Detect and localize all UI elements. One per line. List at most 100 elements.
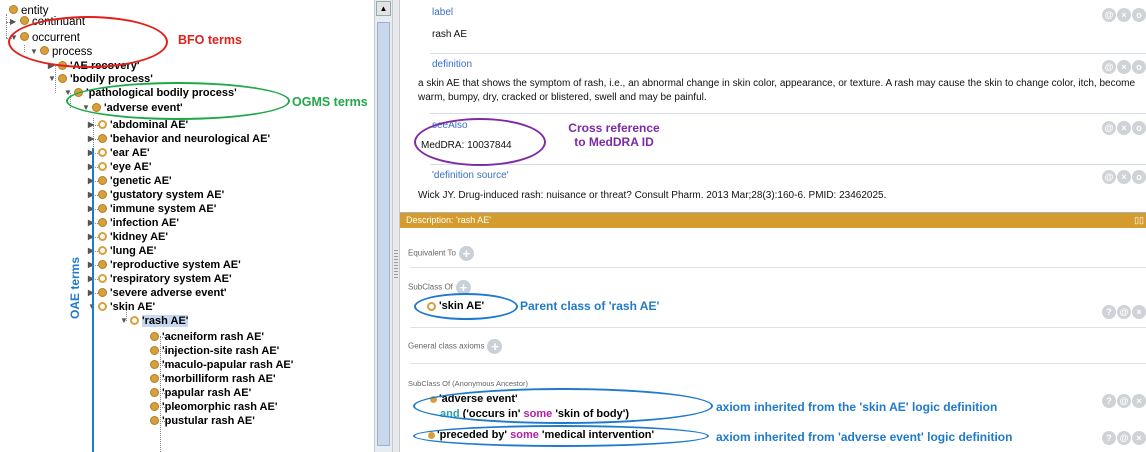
tree-node-label: 'abdominal AE' <box>110 119 189 131</box>
close-icon[interactable]: × <box>1117 121 1131 135</box>
tree-node[interactable]: ▶'kidney AE' <box>88 230 168 244</box>
class-icon <box>9 5 18 15</box>
class-icon <box>98 287 107 297</box>
tree-node-label: 'pleomorphic rash AE' <box>162 401 278 413</box>
add-icon[interactable]: + <box>487 339 503 354</box>
class-icon <box>98 273 107 283</box>
tree-node-label: 'gustatory system AE' <box>110 189 225 201</box>
parent-class-label: Parent class of 'rash AE' <box>520 299 660 313</box>
scroll-up-button[interactable]: ▲ <box>376 1 391 16</box>
bfo-highlight-oval <box>8 16 168 68</box>
class-icon <box>150 345 159 355</box>
tree-scrollbar[interactable]: ▲ <box>374 0 392 452</box>
options-icon[interactable]: o <box>1132 170 1146 184</box>
tree-node[interactable]: 'papular rash AE' <box>140 386 251 400</box>
tree-node[interactable]: ▶'respiratory system AE' <box>88 272 232 286</box>
tree-node[interactable]: ▶'gustatory system AE' <box>88 188 224 202</box>
class-hierarchy-tree[interactable]: entity ▶ continuant ▼ occurrent ▼ process ▶ 'AE … <box>0 0 392 452</box>
class-icon <box>98 301 107 311</box>
section-equivalent-to: Equivalent To + <box>408 246 474 261</box>
annotation-property-definition-source[interactable]: 'definition source' <box>432 170 509 181</box>
options-icon[interactable]: o <box>1132 60 1146 74</box>
collapsed-arrow-icon[interactable]: ▶ <box>88 132 98 146</box>
axiom1-label: axiom inherited from the 'skin AE' logic… <box>716 400 998 414</box>
at-icon[interactable]: @ <box>1102 121 1116 135</box>
close-icon[interactable]: × <box>1132 305 1146 319</box>
scrollbar-thumb[interactable] <box>377 22 390 446</box>
class-icon <box>98 245 107 255</box>
annotation-property-label[interactable]: label <box>432 7 453 18</box>
oae-bracket-line <box>92 148 94 452</box>
close-icon[interactable]: × <box>1117 8 1131 22</box>
tree-node[interactable]: ▶'reproductive system AE' <box>88 258 241 272</box>
close-icon[interactable]: × <box>1117 170 1131 184</box>
options-icon[interactable]: o <box>1132 121 1146 135</box>
at-icon[interactable]: @ <box>1102 170 1116 184</box>
explain-icon[interactable]: ? <box>1102 394 1116 408</box>
tree-node[interactable]: 'morbilliform rash AE' <box>140 372 276 386</box>
tree-node[interactable]: ▶'eye AE' <box>88 160 152 174</box>
tree-node[interactable]: ▶ 'behavior and neurological AE' <box>88 132 270 146</box>
panel-layout-icon[interactable]: ▯▯ <box>1134 213 1144 228</box>
section-general-class-axioms: General class axioms + <box>408 339 503 354</box>
description-title: Description: 'rash AE' <box>406 215 491 225</box>
ogms-highlight-oval <box>66 82 290 120</box>
annotation-value-label: rash AE <box>432 29 468 40</box>
tree-node[interactable]: ▶'infection AE' <box>88 216 179 230</box>
annotation-property-definition[interactable]: definition <box>432 59 472 70</box>
tree-node-label: 'eye AE' <box>110 161 152 173</box>
axiom-buttons-subclass: ? @ × <box>1102 305 1146 319</box>
annotation-buttons-seealso: @ × o <box>1102 121 1146 135</box>
close-icon[interactable]: × <box>1132 431 1146 445</box>
bfo-terms-label: BFO terms <box>178 33 242 47</box>
tree-node[interactable]: ▶'ear AE' <box>88 146 150 160</box>
collapsed-arrow-icon[interactable]: ▶ <box>10 15 20 29</box>
tree-node-label: 'genetic AE' <box>110 175 172 187</box>
options-icon[interactable]: o <box>1132 8 1146 22</box>
description-panel-header: Description: 'rash AE' ▯▯ <box>400 213 1146 228</box>
section-label: SubClass Of <box>408 282 453 292</box>
section-anonymous-ancestor: SubClass Of (Anonymous Ancestor) <box>408 379 529 388</box>
close-icon[interactable]: × <box>1117 60 1131 74</box>
tree-node[interactable]: 'injection-site rash AE' <box>140 344 279 358</box>
divider-grip[interactable] <box>394 250 398 280</box>
tree-node[interactable]: 'pustular rash AE' <box>140 414 255 428</box>
class-icon <box>150 415 159 425</box>
tree-node-label: 'reproductive system AE' <box>110 259 241 271</box>
axiom2-oval <box>413 425 709 447</box>
close-icon[interactable]: × <box>1132 394 1146 408</box>
explain-icon[interactable]: ? <box>1102 305 1116 319</box>
at-icon[interactable]: @ <box>1117 394 1131 408</box>
oae-terms-label: OAE terms <box>68 256 82 320</box>
at-icon[interactable]: @ <box>1117 305 1131 319</box>
tree-node[interactable]: ▼'skin AE' <box>88 300 155 314</box>
at-icon[interactable]: @ <box>1102 8 1116 22</box>
annotation-buttons-definition-source: @ × o <box>1102 170 1146 184</box>
tree-node[interactable]: 'pleomorphic rash AE' <box>140 400 277 414</box>
tree-node[interactable]: ▶'severe adverse event' <box>88 286 227 300</box>
annotation-divider <box>430 164 1146 165</box>
tree-node[interactable]: ▶'immune system AE' <box>88 202 216 216</box>
split-pane-divider[interactable] <box>392 0 400 452</box>
tree-node[interactable]: ▼ 'rash AE' <box>120 314 189 328</box>
tree-node-label: 'acneiform rash AE' <box>162 331 265 343</box>
cross-reference-label: Cross reference to MedDRA ID <box>554 121 674 149</box>
tree-node[interactable]: 'maculo-papular rash AE' <box>140 358 293 372</box>
expanded-arrow-icon[interactable]: ▼ <box>48 72 58 86</box>
expanded-arrow-icon[interactable]: ▼ <box>120 314 130 328</box>
tree-node[interactable]: ▶'genetic AE' <box>88 174 172 188</box>
at-icon[interactable]: @ <box>1102 60 1116 74</box>
add-icon[interactable]: + <box>458 246 474 261</box>
class-icon <box>98 147 107 157</box>
tree-node-label: 'severe adverse event' <box>110 287 227 299</box>
collapsed-arrow-icon[interactable]: ▶ <box>88 118 98 132</box>
class-icon <box>150 401 159 411</box>
tree-node-label: 'injection-site rash AE' <box>162 345 280 357</box>
tree-node[interactable]: ▶'lung AE' <box>88 244 156 258</box>
at-icon[interactable]: @ <box>1117 431 1131 445</box>
tree-node[interactable]: ▶ 'abdominal AE' <box>88 118 188 132</box>
tree-node[interactable]: 'acneiform rash AE' <box>140 330 264 344</box>
tree-node-label: 'rash AE' <box>142 315 189 327</box>
explain-icon[interactable]: ? <box>1102 431 1116 445</box>
section-label: General class axioms <box>408 341 485 351</box>
